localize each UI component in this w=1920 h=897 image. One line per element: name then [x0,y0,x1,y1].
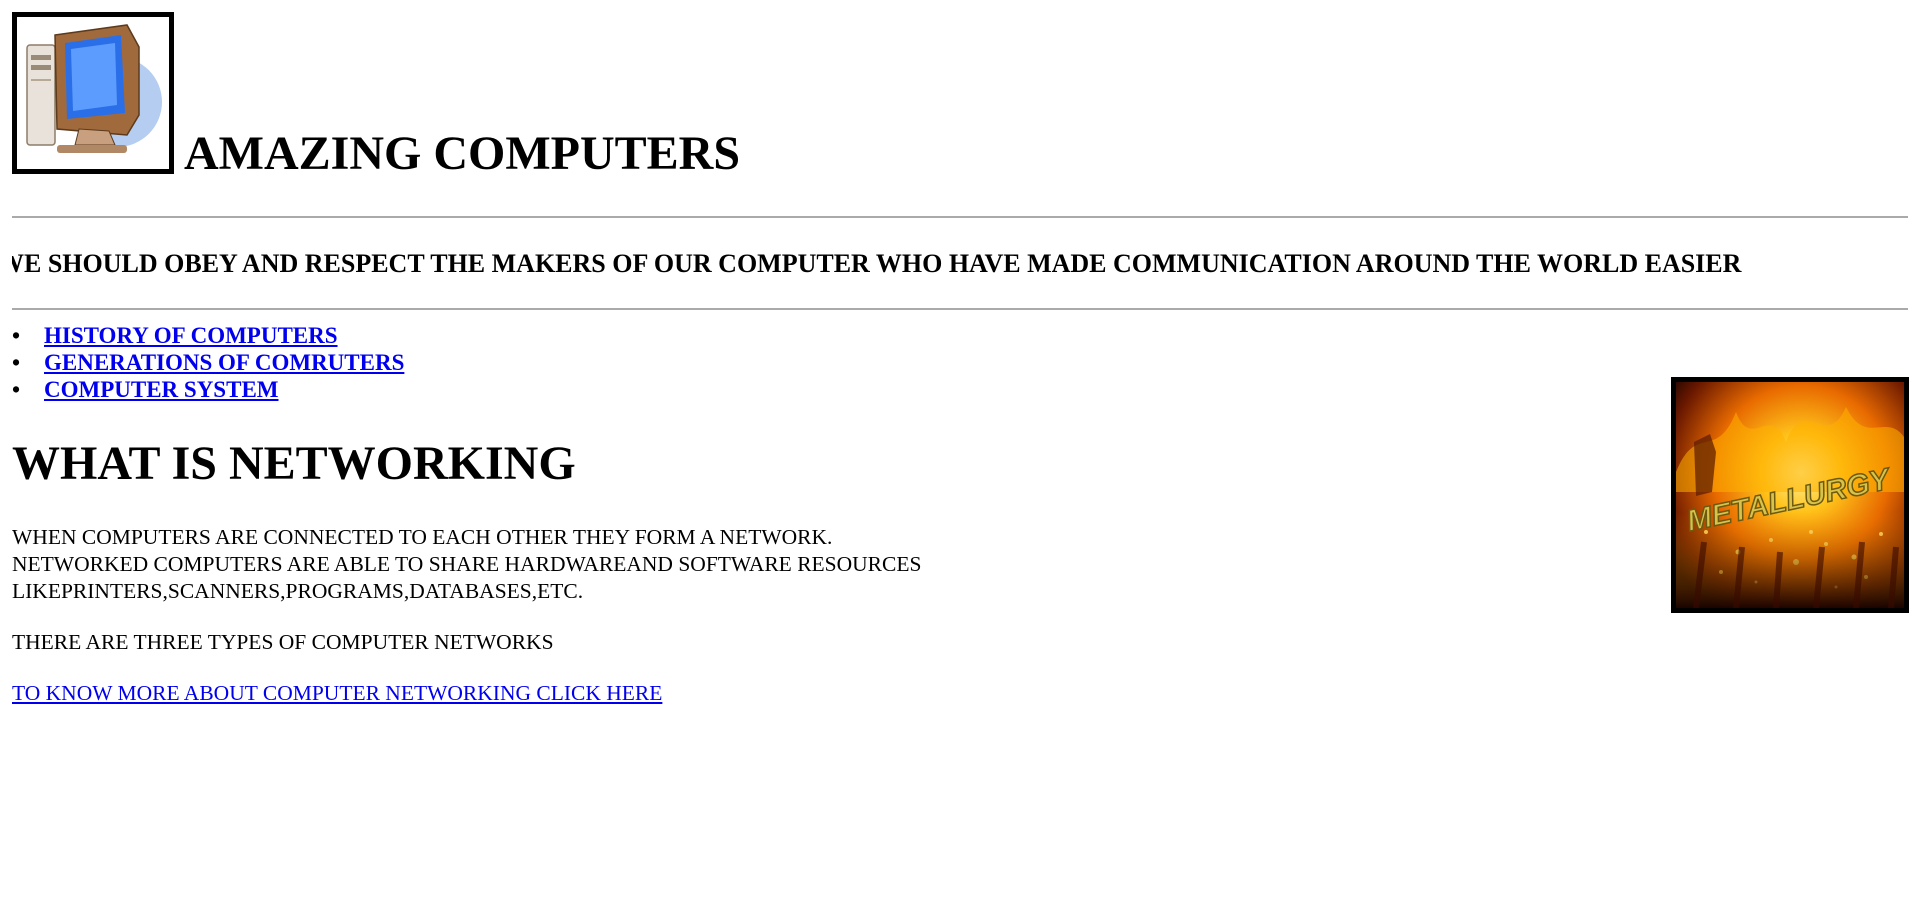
nav-item-history: • HISTORY OF COMPUTERS [12,322,404,349]
divider-bottom [12,308,1908,310]
nav-item-computer-system: • COMPUTER SYSTEM [12,376,404,403]
nav-link-computer-system[interactable]: COMPUTER SYSTEM [44,377,279,402]
site-title: AMAZING COMPUTERS [184,127,741,180]
nav-link-generations[interactable]: GENERATIONS OF COMRUTERS [44,350,404,375]
nav-item-generations: • GENERATIONS OF COMRUTERS [12,349,404,376]
scrolling-banner-text: WE SHOULD OBEY AND RESPECT THE MAKERS OF… [12,249,1742,278]
more-info-link[interactable]: TO KNOW MORE ABOUT COMPUTER NETWORKING C… [12,681,662,705]
metallurgy-fire-image: METALLURGY [1671,377,1909,613]
description-line-1: WHEN COMPUTERS ARE CONNECTED TO EACH OTH… [12,525,833,549]
scrolling-banner: WE SHOULD OBEY AND RESPECT THE MAKERS OF… [12,246,1908,282]
desktop-computer-icon [12,12,174,174]
description-line-2: NETWORKED COMPUTERS ARE ABLE TO SHARE HA… [12,552,922,576]
section-heading: WHAT IS NETWORKING [12,437,576,490]
nav-link-history[interactable]: HISTORY OF COMPUTERS [44,323,338,348]
bullet-icon: • [12,377,21,402]
divider-top [12,216,1908,218]
network-types-text: THERE ARE THREE TYPES OF COMPUTER NETWOR… [12,630,554,654]
more-info-paragraph: TO KNOW MORE ABOUT COMPUTER NETWORKING C… [12,680,662,707]
nav-list: • HISTORY OF COMPUTERS • GENERATIONS OF … [12,322,404,403]
networking-description: WHEN COMPUTERS ARE CONNECTED TO EACH OTH… [12,524,921,605]
bullet-icon: • [12,350,21,375]
site-header: AMAZING COMPUTERS [12,12,1012,180]
bullet-icon: • [12,323,21,348]
description-line-3: LIKEPRINTERS,SCANNERS,PROGRAMS,DATABASES… [12,579,584,603]
